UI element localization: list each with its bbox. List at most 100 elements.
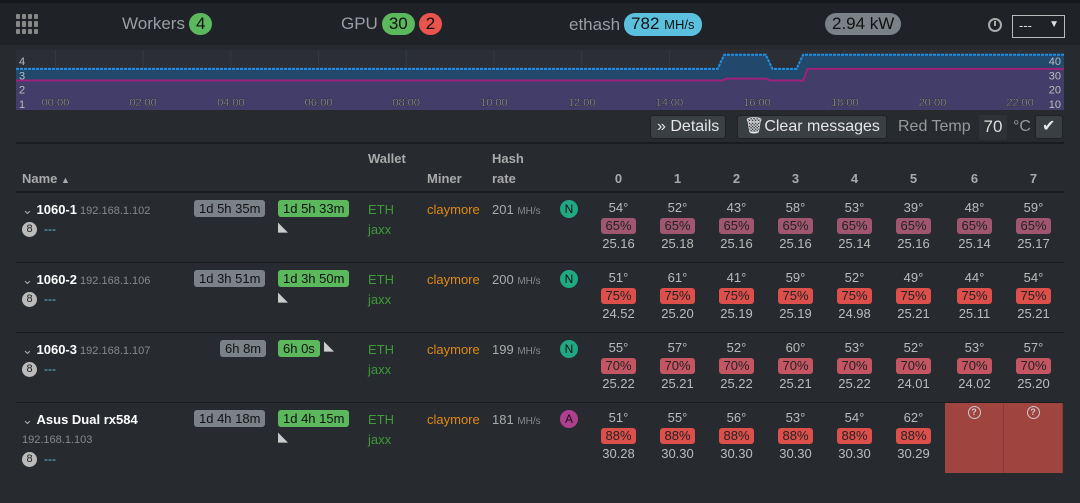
column-gpu-6[interactable]: 6	[945, 171, 1004, 186]
wallet-name[interactable]: jaxx	[368, 432, 391, 447]
column-wallet[interactable]: Wallet	[368, 151, 406, 166]
miner-name[interactable]: claymore	[427, 272, 480, 287]
wallet-name[interactable]: jaxx	[368, 222, 391, 237]
time-range-select[interactable]: --- ▼	[1012, 15, 1065, 38]
table-row: ⌄ 1060-3 192.168.1.107 8 --- 6h 8m 6h 0s ◣ ETH…	[16, 332, 1064, 402]
gpu-hashrate: 25.16	[897, 236, 930, 251]
column-gpu-5[interactable]: 5	[884, 171, 943, 186]
column-gpu-0[interactable]: 0	[589, 171, 648, 186]
area-chart-icon[interactable]: ◣	[278, 289, 288, 305]
gpu-fan: 75%	[1016, 288, 1051, 304]
gpu-cell-unknown[interactable]: ?	[945, 403, 1004, 473]
column-gpu-2[interactable]: 2	[707, 171, 766, 186]
algo-label: ethash	[569, 14, 621, 34]
workers-stat[interactable]: Workers 4	[122, 13, 213, 35]
gpu-fan: 65%	[719, 218, 754, 234]
x-tick-label: 20:00	[919, 97, 947, 109]
column-name[interactable]: Name ▲	[22, 171, 70, 186]
worker-name[interactable]: ⌄ 1060-2 192.168.1.106	[22, 272, 150, 288]
column-gpu-1[interactable]: 1	[648, 171, 707, 186]
miner-type-badge: N	[560, 200, 578, 218]
wallet-coin[interactable]: ETH	[368, 412, 394, 427]
chevron-down-icon[interactable]: ⌄	[22, 272, 37, 287]
hashrate: 201 MH/s	[492, 202, 541, 217]
worker-name[interactable]: ⌄ 1060-1 192.168.1.102	[22, 202, 150, 218]
column-miner[interactable]: Miner	[427, 171, 462, 186]
gpu-cell[interactable]: 57° 70% 25.21	[648, 340, 707, 391]
gpu-cell[interactable]: 52° 70% 25.22	[707, 340, 766, 391]
chevron-down-icon[interactable]: ⌄	[22, 202, 37, 217]
area-chart-icon[interactable]: ◣	[278, 219, 288, 235]
worker-name-text: 1060-1	[36, 202, 77, 217]
gpu-cell[interactable]: 48° 65% 25.14	[945, 200, 1004, 251]
system-uptime: 1d 5h 35m	[194, 200, 266, 217]
gpu-fan: 65%	[778, 218, 813, 234]
gpu-cell[interactable]: 55° 70% 25.22	[589, 340, 648, 391]
column-hash[interactable]: Hash	[492, 151, 524, 166]
gpu-cell[interactable]: 44° 75% 25.11	[945, 270, 1004, 321]
wallet-coin[interactable]: ETH	[368, 272, 394, 287]
gpu-cell[interactable]: 62° 88% 30.29	[884, 410, 943, 461]
gpu-cell[interactable]: 54° 75% 25.21	[1004, 270, 1063, 321]
gpu-cell[interactable]: 54° 65% 25.16	[589, 200, 648, 251]
miner-name[interactable]: claymore	[427, 412, 480, 427]
area-chart-icon[interactable]: ◣	[324, 338, 334, 354]
gpu-cell[interactable]: 59° 65% 25.17	[1004, 200, 1063, 251]
wallet-name[interactable]: jaxx	[368, 362, 391, 377]
clear-messages-button[interactable]: 🗑Clear messages	[737, 115, 887, 139]
gpu-temp: 59°	[1023, 200, 1044, 215]
apps-grid-icon[interactable]	[16, 14, 38, 34]
hashrate: 199 MH/s	[492, 342, 541, 357]
wallet-name[interactable]: jaxx	[368, 292, 391, 307]
gpu-cell[interactable]: 54° 88% 30.30	[825, 410, 884, 461]
gpu-cell[interactable]: 57° 70% 25.20	[1004, 340, 1063, 391]
gpu-cell[interactable]: 52° 75% 24.98	[825, 270, 884, 321]
gpu-hashrate: 24.52	[602, 306, 635, 321]
area-chart-icon[interactable]: ◣	[278, 429, 288, 445]
gpu-hashrate: 25.22	[720, 376, 753, 391]
worker-name[interactable]: ⌄ 1060-3 192.168.1.107	[22, 342, 150, 358]
miner-name[interactable]: claymore	[427, 342, 480, 357]
worker-name[interactable]: ⌄ Asus Dual rx584	[22, 412, 138, 428]
gpu-cell[interactable]: 49° 75% 25.21	[884, 270, 943, 321]
gpu-cell[interactable]: 55° 88% 30.30	[648, 410, 707, 461]
gpu-cell[interactable]: 53° 65% 25.14	[825, 200, 884, 251]
gpu-cell[interactable]: 53° 70% 24.02	[945, 340, 1004, 391]
gpu-cell[interactable]: 59° 75% 25.19	[766, 270, 825, 321]
column-gpu-7[interactable]: 7	[1004, 171, 1063, 186]
gpu-cell[interactable]: 61° 75% 25.20	[648, 270, 707, 321]
column-gpu-4[interactable]: 4	[825, 171, 884, 186]
wallet-coin[interactable]: ETH	[368, 342, 394, 357]
gpu-cell[interactable]: 60° 70% 25.21	[766, 340, 825, 391]
gpu-ok-count: 30	[381, 13, 415, 35]
gpu-cell[interactable]: 51° 88% 30.28	[589, 410, 648, 461]
hashrate-stat[interactable]: ethash 782 MH/s	[569, 13, 702, 36]
gpu-fan: 70%	[660, 358, 695, 374]
column-gpu-3[interactable]: 3	[766, 171, 825, 186]
gpu-cell[interactable]: 51° 75% 24.52	[589, 270, 648, 321]
gpu-cell[interactable]: 39° 65% 25.16	[884, 200, 943, 251]
gpu-cell-unknown[interactable]: ?	[1004, 403, 1063, 473]
chevron-down-icon[interactable]: ⌄	[22, 412, 37, 427]
miner-name[interactable]: claymore	[427, 202, 480, 217]
gpu-cell[interactable]: 56° 88% 30.30	[707, 410, 766, 461]
gpu-fan: 70%	[1016, 358, 1051, 374]
gpu-cell[interactable]: 52° 65% 25.18	[648, 200, 707, 251]
gpu-cell[interactable]: 52° 70% 24.01	[884, 340, 943, 391]
gpu-fan: 88%	[837, 428, 872, 444]
confirm-button[interactable]: ✔	[1035, 115, 1063, 139]
gpu-cell[interactable]: 53° 70% 25.22	[825, 340, 884, 391]
gpu-cell[interactable]: 43° 65% 25.16	[707, 200, 766, 251]
gpu-cell[interactable]: 41° 75% 25.19	[707, 270, 766, 321]
gpu-temp: 39°	[903, 200, 924, 215]
chevron-down-icon[interactable]: ⌄	[22, 342, 37, 357]
details-button[interactable]: » Details	[650, 115, 727, 139]
gpu-temp: 57°	[667, 340, 688, 355]
gpu-stat[interactable]: GPU 30 2	[341, 13, 443, 35]
gpu-hashrate: 25.19	[779, 306, 812, 321]
left-tick-label: 3	[19, 70, 25, 82]
red-temp-input[interactable]: 70	[979, 115, 1007, 140]
gpu-cell[interactable]: 53° 88% 30.30	[766, 410, 825, 461]
gpu-cell[interactable]: 58° 65% 25.16	[766, 200, 825, 251]
wallet-coin[interactable]: ETH	[368, 202, 394, 217]
